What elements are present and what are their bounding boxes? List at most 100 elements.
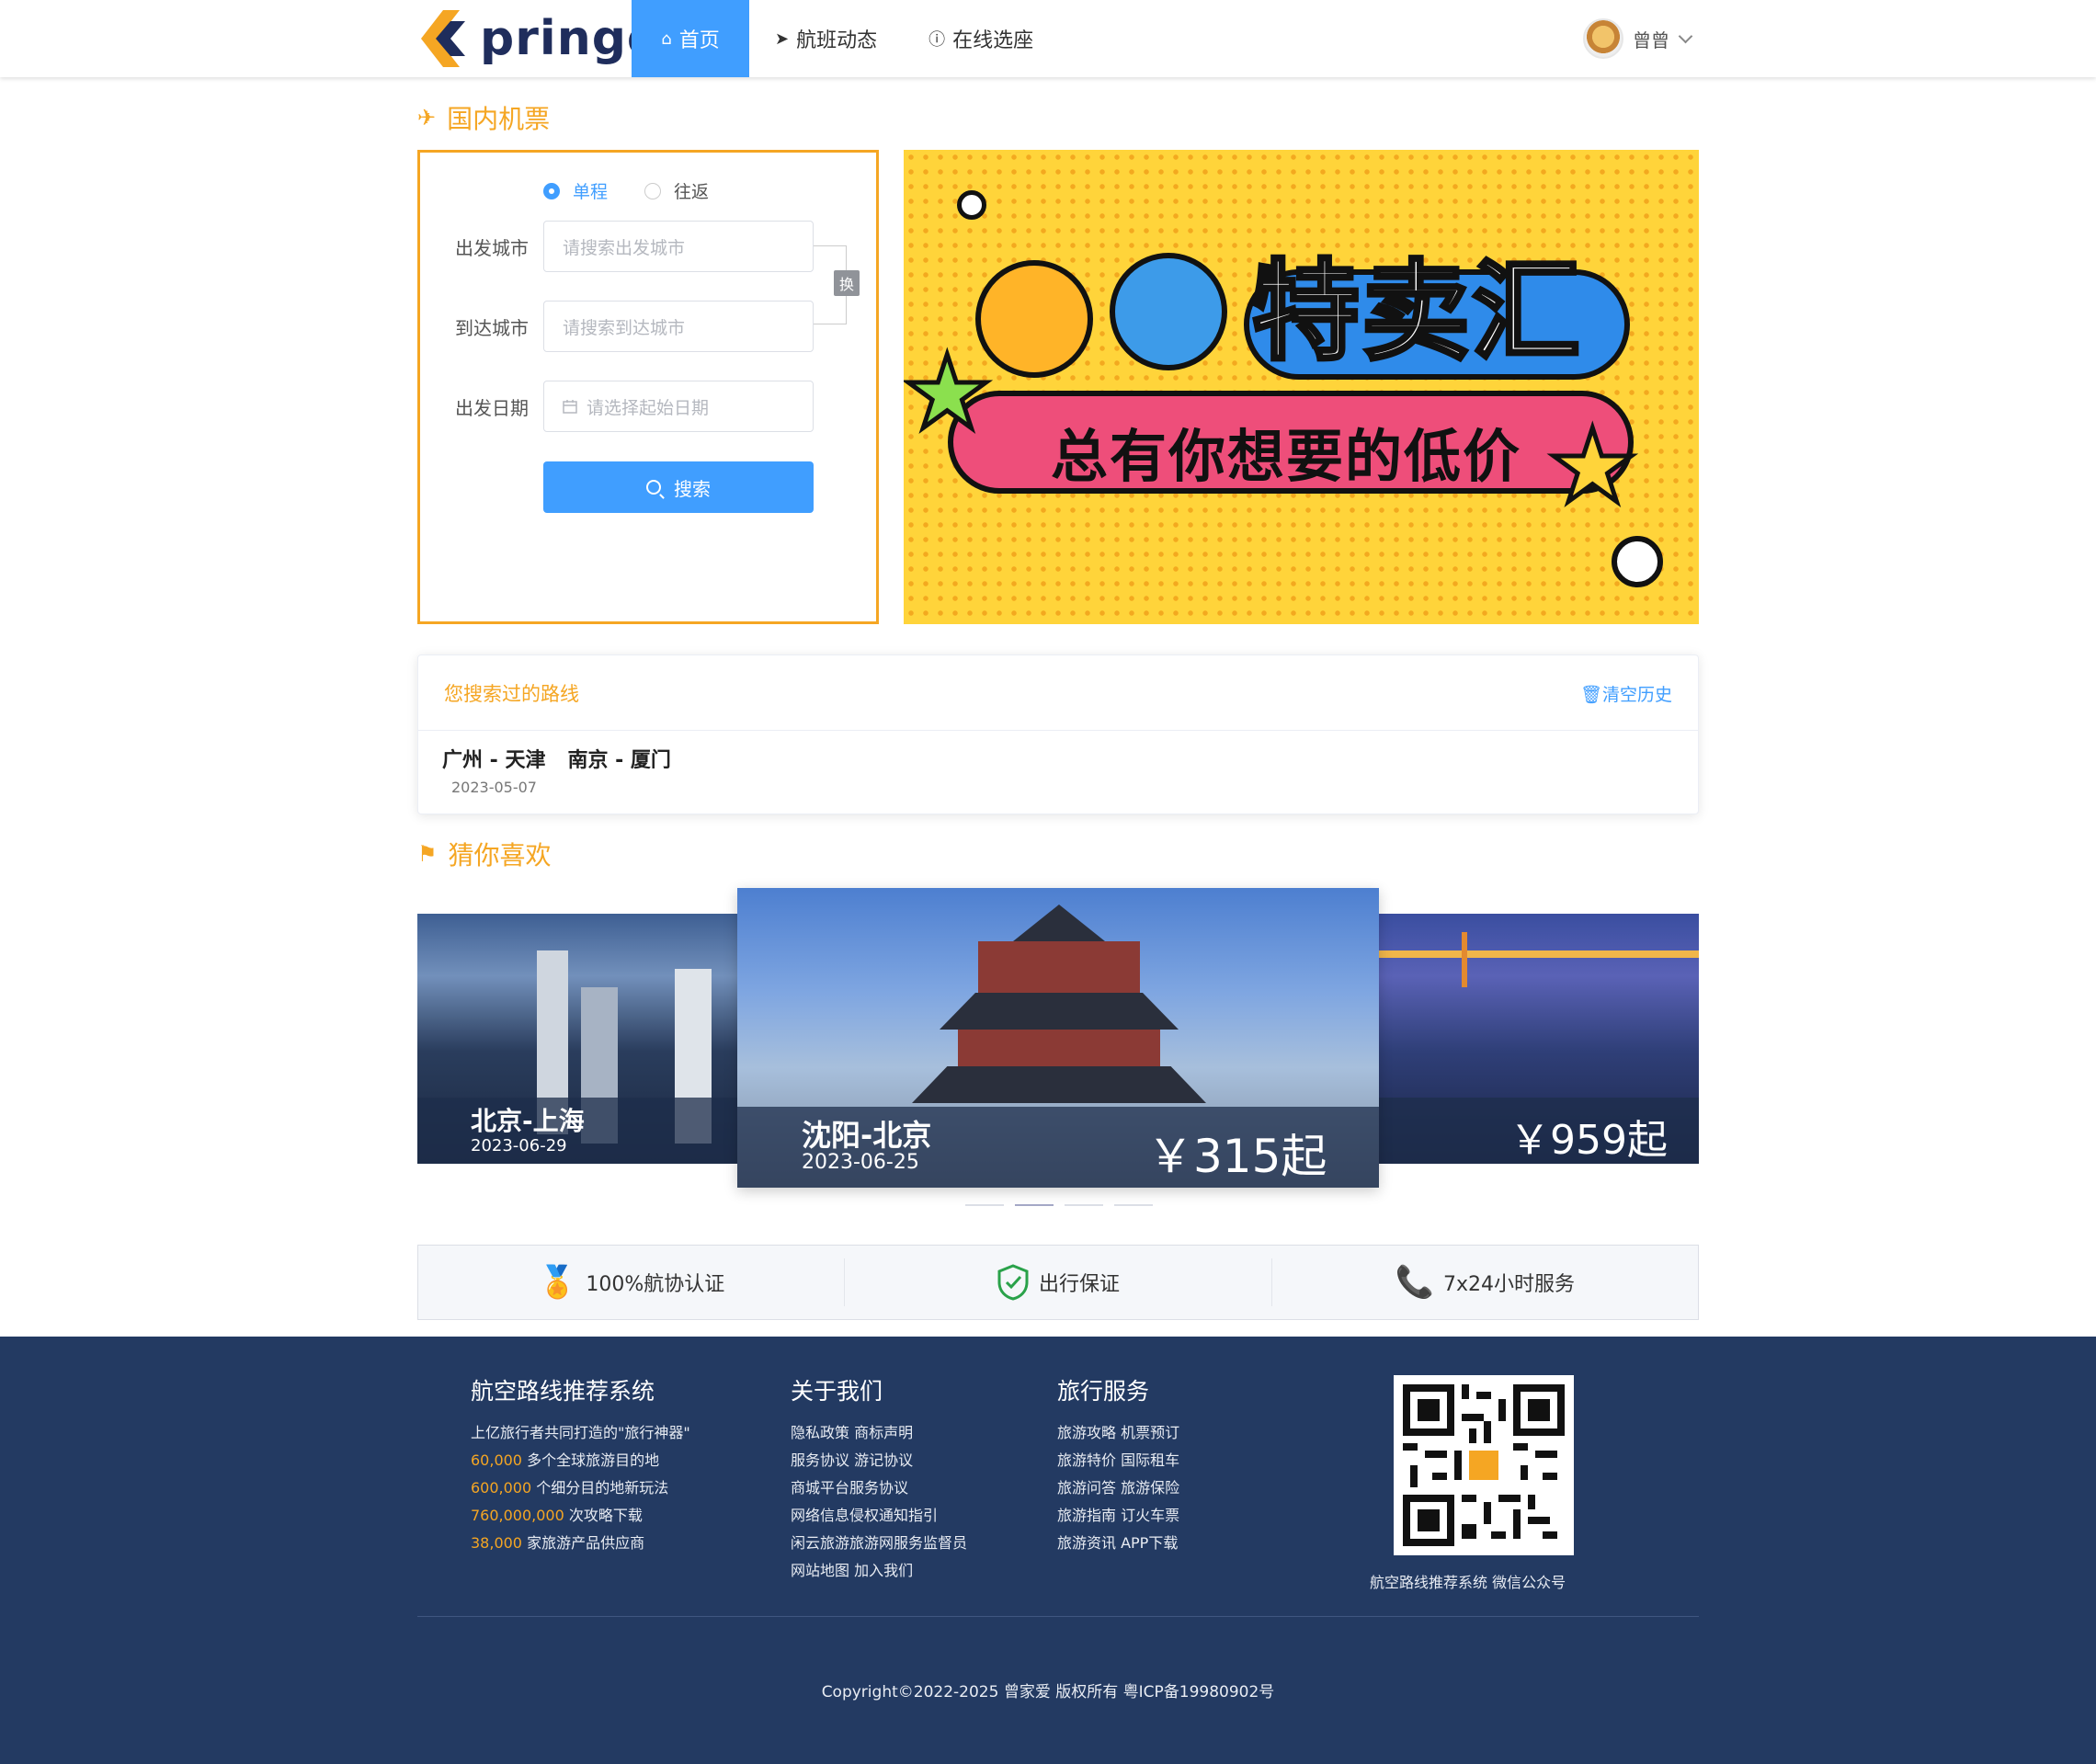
- radio-one-way[interactable]: 单程: [543, 178, 608, 203]
- user-menu[interactable]: 曾曾: [1583, 18, 1693, 59]
- nav-seat-selection-label: 在线选座: [952, 29, 1034, 52]
- to-city-label: 到达城市: [455, 317, 529, 339]
- footer-travel-services-title: 旅行服务: [1057, 1378, 1150, 1405]
- info-icon: ⓘ: [928, 30, 946, 50]
- depart-date-picker[interactable]: 请选择起始日期: [543, 381, 814, 432]
- stat-text: 家旅游产品供应商: [521, 1534, 645, 1552]
- qr-code-icon: [1403, 1384, 1565, 1546]
- flight-search-form: 单程 往返 出发城市 请搜索出发城市 换 到达城市 请搜索到达城市 出发日期 请…: [417, 150, 879, 624]
- nav-home[interactable]: ⌂ 首页: [632, 0, 749, 77]
- phone-icon: 📞: [1395, 1264, 1434, 1301]
- footer-link[interactable]: 旅游攻略 机票预订: [1057, 1419, 1179, 1447]
- page: pringo ⌂ 首页 ➤ 航班动态 ⓘ 在线选座 曾曾 ✈ 国内机票 单程 往…: [0, 0, 2096, 1764]
- recommend-carousel: 北京-上海 2023-06-29 ￥959起 沈阳-北京 2023-06-25 …: [417, 886, 1699, 1217]
- footer-about-title: 航空路线推荐系统: [471, 1378, 655, 1405]
- route-card-date: 2023-06-29: [471, 1136, 567, 1155]
- feature-label: 出行保证: [1038, 1273, 1120, 1296]
- to-city-placeholder: 请搜索到达城市: [563, 317, 686, 338]
- radio-round-trip-label: 往返: [674, 182, 710, 202]
- footer-stat: 600,000 个细分目的地新玩法: [471, 1474, 690, 1502]
- carousel-indicator[interactable]: [1114, 1204, 1153, 1206]
- nav-seat-selection[interactable]: ⓘ 在线选座: [903, 0, 1059, 77]
- footer-stat: 760,000,000 次攻略下载: [471, 1502, 690, 1530]
- footer-divider: [417, 1616, 1699, 1617]
- footer-link[interactable]: 旅游问答 旅游保险: [1057, 1474, 1179, 1502]
- bridge-tower: [1462, 932, 1467, 987]
- stat-number: 60,000: [471, 1451, 522, 1469]
- feature-guarantee: 出行保证: [845, 1258, 1272, 1306]
- search-button[interactable]: 搜索: [543, 461, 814, 513]
- footer-link[interactable]: 隐私政策 商标声明: [791, 1419, 967, 1447]
- footer-about-us: 关于我们 隐私政策 商标声明 服务协议 游记协议 商城平台服务协议 网络信息侵权…: [791, 1373, 967, 1585]
- banner-title: 特卖汇: [1249, 246, 1583, 377]
- logo[interactable]: pringo: [417, 7, 661, 70]
- route-card[interactable]: 北京-上海 2023-06-29: [417, 914, 737, 1164]
- route-card-city: 北京-上海: [471, 1106, 585, 1136]
- route-card-featured[interactable]: 沈阳-北京 2023-06-25 ￥315起: [737, 888, 1379, 1188]
- search-history-header: 您搜索过的路线 🗑清空历史: [418, 655, 1698, 731]
- wechat-qr-code: [1394, 1375, 1574, 1555]
- send-icon: ➤: [775, 28, 790, 49]
- from-city-input[interactable]: 请搜索出发城市: [543, 221, 814, 272]
- domestic-tickets-title-text: 国内机票: [447, 104, 551, 134]
- certificate-icon: 🏅: [538, 1264, 577, 1301]
- chevron-down-icon: [1678, 28, 1693, 43]
- footer-link[interactable]: 旅游资讯 APP下载: [1057, 1530, 1179, 1557]
- footer-link[interactable]: 商城平台服务协议: [791, 1474, 967, 1502]
- bookmark-flag-icon: ⚑: [417, 841, 438, 867]
- carousel-indicator[interactable]: [1015, 1204, 1054, 1206]
- banner-dot: [1612, 536, 1663, 587]
- recommend-title: ⚑ 猜你喜欢: [417, 836, 552, 872]
- footer-about-us-title: 关于我们: [791, 1378, 883, 1405]
- clear-history-button[interactable]: 🗑清空历史: [1580, 681, 1672, 706]
- feature-label: 7x24小时服务: [1442, 1273, 1575, 1296]
- depart-date-placeholder: 请选择起始日期: [587, 397, 710, 418]
- stat-text: 个细分目的地新玩法: [531, 1479, 669, 1497]
- search-history-card: 您搜索过的路线 🗑清空历史 广州 - 天津 南京 - 厦门 2023-05-07: [417, 654, 1699, 814]
- plane-icon: ✈: [417, 105, 437, 131]
- route-card-caption: ￥959起: [1379, 1098, 1699, 1164]
- history-route[interactable]: 南京 - 厦门: [567, 744, 670, 773]
- nav-flight-status[interactable]: ➤ 航班动态: [749, 0, 903, 77]
- footer-link[interactable]: 网站地图 加入我们: [791, 1557, 967, 1585]
- route-card-price: ￥315起: [1147, 1130, 1327, 1183]
- footer-tagline: 上亿旅行者共同打造的"旅行神器": [471, 1424, 690, 1441]
- footer-about: 航空路线推荐系统 上亿旅行者共同打造的"旅行神器" 60,000 多个全球旅游目…: [471, 1373, 690, 1557]
- history-route[interactable]: 广州 - 天津: [442, 744, 545, 773]
- feature-label: 100%航协认证: [586, 1273, 725, 1296]
- domestic-tickets-title: ✈ 国内机票: [417, 99, 550, 136]
- main-nav: ⌂ 首页 ➤ 航班动态 ⓘ 在线选座: [632, 0, 1059, 77]
- star-icon: ★: [904, 332, 995, 454]
- stat-number: 38,000: [471, 1534, 522, 1552]
- banner-subtitle: 总有你想要的低价: [1051, 423, 1522, 490]
- logo-icon: [421, 10, 465, 67]
- carousel-indicator[interactable]: [965, 1204, 1004, 1206]
- from-city-placeholder: 请搜索出发城市: [563, 237, 686, 258]
- footer-link[interactable]: 网络信息侵权通知指引: [791, 1502, 967, 1530]
- temple-roof: [940, 993, 1179, 1030]
- footer-stat: 38,000 家旅游产品供应商: [471, 1530, 690, 1557]
- service-features: 🏅 100%航协认证 出行保证 📞 7x24小时服务: [417, 1245, 1699, 1320]
- route-card-city: 沈阳-北京: [802, 1118, 932, 1153]
- radio-round-trip[interactable]: 往返: [644, 178, 709, 203]
- radio-dot: [543, 182, 560, 199]
- feature-certification: 🏅 100%航协认证: [418, 1258, 846, 1306]
- route-card-date: 2023-06-25: [802, 1151, 919, 1174]
- stat-text: 多个全球旅游目的地: [521, 1451, 660, 1469]
- footer-stat: 60,000 多个全球旅游目的地: [471, 1447, 690, 1474]
- carousel-indicators: [965, 1204, 1164, 1206]
- swap-cities-button[interactable]: 换: [834, 270, 860, 296]
- footer-link[interactable]: 旅游特价 国际租车: [1057, 1447, 1179, 1474]
- home-icon: ⌂: [661, 28, 672, 49]
- route-card-caption: 北京-上海 2023-06-29: [417, 1098, 737, 1164]
- promo-banner[interactable]: 特卖汇 总有你想要的低价 ★ ★: [904, 150, 1699, 624]
- footer-link[interactable]: 闲云旅游旅游网服务监督员: [791, 1530, 967, 1557]
- footer-link[interactable]: 服务协议 游记协议: [791, 1447, 967, 1474]
- carousel-indicator[interactable]: [1065, 1204, 1103, 1206]
- footer-link[interactable]: 旅游指南 订火车票: [1057, 1502, 1179, 1530]
- clear-history-label: 清空历史: [1601, 685, 1672, 705]
- avatar: [1583, 18, 1623, 59]
- history-routes: 广州 - 天津 南京 - 厦门: [442, 744, 693, 773]
- route-card[interactable]: ￥959起: [1379, 914, 1699, 1164]
- to-city-input[interactable]: 请搜索到达城市: [543, 301, 814, 352]
